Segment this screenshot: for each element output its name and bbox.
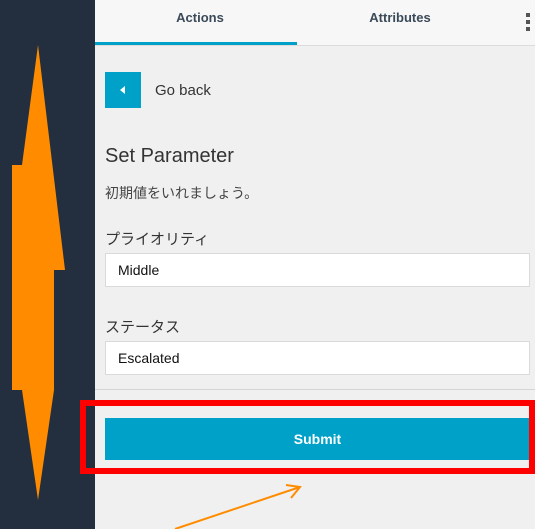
priority-input[interactable]: Middle — [105, 253, 530, 287]
tab-attributes[interactable]: Attributes — [300, 10, 500, 25]
section-title: Set Parameter — [105, 145, 234, 167]
status-label: ステータス — [105, 318, 181, 336]
go-back-link[interactable]: Go back — [105, 72, 211, 108]
more-vertical-icon[interactable] — [526, 13, 535, 33]
active-tab-indicator — [95, 42, 297, 45]
instruction-text: 初期値をいれましょう。 — [105, 186, 259, 202]
tab-actions[interactable]: Actions — [100, 10, 300, 25]
priority-label: プライオリティ — [105, 230, 210, 248]
divider — [95, 389, 535, 390]
tab-bar: Actions Attributes — [95, 0, 535, 46]
back-button[interactable] — [105, 72, 141, 108]
go-back-label: Go back — [155, 81, 211, 99]
chevron-left-icon — [120, 86, 125, 94]
status-input[interactable]: Escalated — [105, 341, 530, 375]
annotation-highlight-box — [80, 400, 535, 474]
